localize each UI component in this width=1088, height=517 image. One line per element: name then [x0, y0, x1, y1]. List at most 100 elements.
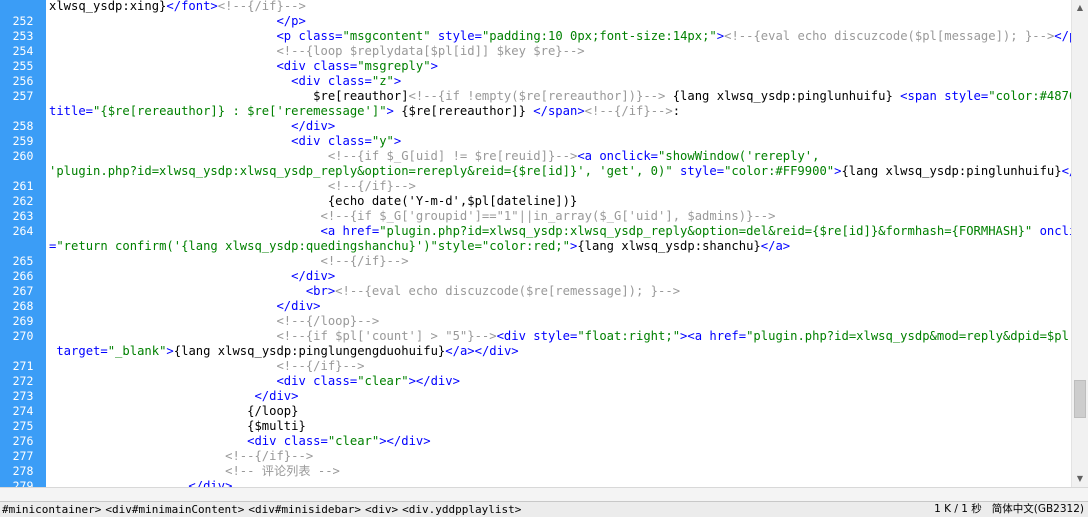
encoding-label[interactable]: 简体中文(GB2312) [992, 502, 1084, 517]
code-line: target="_blank">{lang xlwsq_ysdp:pinglun… [0, 344, 1071, 359]
code-token: </span> [533, 104, 585, 118]
code-token: <a href= [320, 224, 380, 238]
line-number: 270 [12, 329, 34, 343]
code-token: style= [672, 164, 725, 178]
code-text: $re[reauthor]<!--{if !empty($re[rereauth… [46, 89, 1071, 104]
line-number: 255 [12, 59, 34, 73]
code-token: {/loop} [49, 404, 299, 418]
code-line: 270 <!--{if $pl['count'] > "5"}--><div s… [0, 329, 1071, 344]
code-token: <!--{eval echo discuzcode($re[remessage]… [335, 284, 681, 298]
code-line: 272 <div class="clear"></div> [0, 374, 1071, 389]
line-number: 278 [12, 464, 34, 478]
code-line: 261 <!--{/if}--> [0, 179, 1071, 194]
breadcrumb-item[interactable]: #minicontainer> [0, 502, 103, 517]
line-number [0, 164, 46, 179]
code-text: {/loop} [46, 404, 298, 419]
code-token: title= [49, 104, 94, 118]
line-number: 279 [12, 479, 34, 487]
code-line: 263 <!--{if $_G['groupid']=="1"||in_arra… [0, 209, 1071, 224]
code-token: <div class= [276, 374, 358, 388]
code-token: <!--{/if}--> [327, 179, 416, 193]
status-info: 1 K / 1 秒 简体中文(GB2312) [934, 502, 1084, 517]
horizontal-scrollbar[interactable] [0, 487, 1088, 501]
code-token: > [393, 74, 402, 88]
line-number: 265 [12, 254, 34, 268]
line-number: 264 [12, 224, 34, 238]
code-text: </div> [46, 269, 335, 284]
code-text: <!--{if $_G['groupid']=="1"||in_array($_… [46, 209, 776, 224]
scrollbar-thumb[interactable] [1074, 380, 1086, 418]
code-line: 255 <div class="msgreply"> [0, 59, 1071, 74]
breadcrumb-item[interactable]: <div#minimainContent> [103, 502, 246, 517]
code-text: </div> [46, 389, 298, 404]
breadcrumb-item[interactable]: <div> [363, 502, 400, 517]
vertical-scrollbar[interactable]: ▲ ▼ [1071, 0, 1088, 487]
code-token: </p> [276, 14, 306, 28]
code-text: <!-- 评论列表 --> [46, 464, 340, 479]
code-token: <a onclick= [577, 149, 659, 163]
code-token: "y" [371, 134, 394, 148]
code-token: {$multi} [49, 419, 306, 433]
code-line: 259 <div class="y"> [0, 134, 1071, 149]
breadcrumb-item[interactable]: <div#minisidebar> [246, 502, 363, 517]
code-token: "color:#4876FF" [988, 89, 1071, 103]
code-line: 267 <br><!--{eval echo discuzcode($re[re… [0, 284, 1071, 299]
code-token: {$re[rereauthor]} [393, 104, 534, 118]
code-token: ><a href= [680, 329, 747, 343]
code-line: 262 {echo date('Y-m-d',$pl[dateline])} [0, 194, 1071, 209]
code-token: 'plugin.php?id=xlwsq_ysdp:xlwsq_ysdp_rep… [49, 164, 673, 178]
code-token: "padding:10 0px;font-size:14px;" [481, 29, 717, 43]
code-token: style= [430, 29, 482, 43]
code-token: {echo date('Y-m-d',$pl[dateline])} [49, 194, 578, 208]
code-token: <div style= [496, 329, 578, 343]
code-text: title="{$re[rereauthor]} : $re['reremess… [46, 104, 680, 119]
code-token: $re[reauthor] [49, 89, 409, 103]
scroll-up-icon[interactable]: ▲ [1072, 0, 1088, 16]
code-line: xlwsq_ysdp:xing}</font><!--{/if}--> [0, 0, 1071, 14]
code-editor[interactable]: xlwsq_ysdp:xing}</font><!--{/if}--> 252 <… [0, 0, 1071, 487]
code-text: <!--{/if}--> [46, 449, 313, 464]
code-token: "plugin.php?id=xlwsq_ysdp:xlwsq_ysdp_rep… [379, 224, 1033, 238]
tag-selector-breadcrumb: #minicontainer> <div#minimainContent> <d… [0, 502, 523, 517]
code-line: 253 <p class="msgcontent" style="padding… [0, 29, 1071, 44]
code-text: <a href="plugin.php?id=xlwsq_ysdp:xlwsq_… [46, 224, 1072, 239]
code-line: 264 <a href="plugin.php?id=xlwsq_ysdp:xl… [0, 224, 1071, 239]
code-token: </p> [1054, 29, 1071, 43]
line-number: 274 [12, 404, 34, 418]
line-number: 271 [12, 359, 34, 373]
code-token: "msgreply" [357, 59, 431, 73]
code-text: </div> [46, 299, 320, 314]
breadcrumb-item[interactable]: <div.yddpplaylist> [400, 502, 523, 517]
code-text: <!--{loop $replydata[$pl[id]] $key $re}-… [46, 44, 584, 59]
code-line: 257 $re[reauthor]<!--{if !empty($re[rere… [0, 89, 1071, 104]
line-number: 254 [12, 44, 34, 58]
line-number: 253 [12, 29, 34, 43]
code-line: 258 </div> [0, 119, 1071, 134]
code-token: "clear" [327, 434, 380, 448]
code-text: </div> [46, 479, 232, 487]
code-token: <!--{/if}--> [217, 0, 306, 13]
code-line: 274 {/loop} [0, 404, 1071, 419]
code-line: 273 </div> [0, 389, 1071, 404]
code-token: <div class= [291, 134, 372, 148]
scroll-down-icon[interactable]: ▼ [1072, 471, 1088, 487]
code-lines: xlwsq_ysdp:xing}</font><!--{/if}--> 252 <… [0, 0, 1071, 487]
code-token: : [672, 104, 681, 118]
code-text: <div class="msgreply"> [46, 59, 437, 74]
code-token: <!--{eval echo discuzcode($pl[message]);… [724, 29, 1055, 43]
code-text: <!--{/if}--> [46, 179, 416, 194]
line-number [0, 0, 46, 14]
code-token: <!-- 评论列表 --> [225, 464, 340, 478]
code-line: 275 {$multi} [0, 419, 1071, 434]
code-token: {lang xlwsq_ysdp:pinglunhuifu} [841, 164, 1062, 178]
line-number: 257 [12, 89, 34, 103]
